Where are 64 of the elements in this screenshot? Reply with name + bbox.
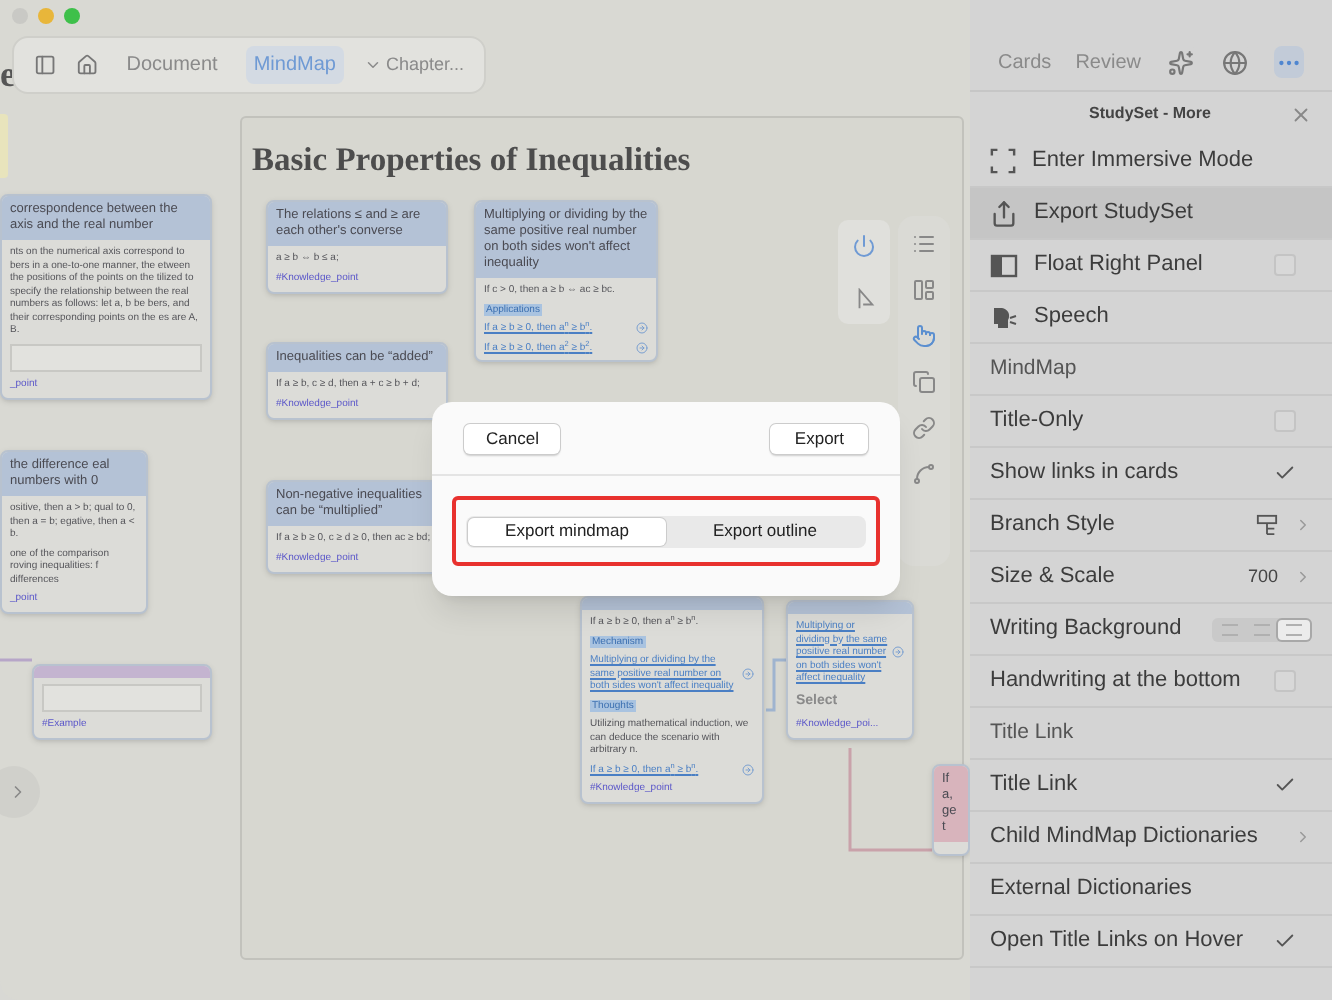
speaking-head-icon: [990, 303, 1018, 331]
cancel-button[interactable]: Cancel: [464, 423, 561, 453]
go-icon[interactable]: [636, 322, 648, 335]
section-heading: MindMap: [990, 353, 1077, 384]
panel-tab[interactable]: Cards: [998, 48, 1052, 78]
background-picker[interactable]: [1212, 617, 1312, 641]
go-icon[interactable]: [742, 763, 754, 776]
section-heading: Title Link: [990, 717, 1074, 748]
panel-title: StudySet - More: [1087, 102, 1213, 126]
layout-icon[interactable]: [912, 278, 936, 302]
menu-item-label: Size & Scale: [990, 562, 1117, 593]
branch-style-icon[interactable]: [1256, 514, 1278, 536]
close-icon[interactable]: [1290, 103, 1312, 125]
menu-item-label: Title-Only: [990, 406, 1086, 437]
segment-option[interactable]: Export mindmap: [468, 517, 666, 545]
chevron-icon: [1294, 568, 1312, 586]
menu-item-label: Writing Background: [990, 614, 1184, 645]
mindmap-card[interactable]: [0, 194, 212, 399]
go-icon[interactable]: [636, 341, 648, 354]
link-icon[interactable]: [912, 416, 936, 440]
sidebar-icon[interactable]: [34, 50, 57, 80]
go-icon[interactable]: [742, 667, 754, 680]
hand-pointer-icon[interactable]: [912, 324, 936, 348]
menu-item-label: Handwriting at the bottom: [990, 666, 1243, 697]
menu-item-label: External Dictionaries: [990, 874, 1194, 905]
panel-tool-button[interactable]: [1219, 46, 1250, 78]
connector-line: [0, 658, 32, 662]
menu-item-label: Show links in cards: [990, 458, 1181, 489]
share-icon: [990, 199, 1018, 227]
check-icon[interactable]: [1274, 462, 1296, 484]
frame-title: Basic Properties of Inequalities: [252, 138, 693, 182]
menu-item[interactable]: Export StudySet: [970, 188, 1332, 240]
expand-button[interactable]: [0, 766, 40, 818]
chevron-icon: [1294, 828, 1312, 846]
chevron-down-icon: [363, 56, 382, 74]
curve-icon[interactable]: [912, 462, 936, 486]
panel-icon: [990, 251, 1018, 279]
chevron-icon: [1294, 516, 1312, 534]
size-value: 700: [1247, 563, 1278, 590]
menu-item-label: Branch Style: [990, 510, 1117, 541]
menu-item-label: Child MindMap Dictionaries: [990, 822, 1260, 853]
toolbar-tab[interactable]: Document: [118, 46, 226, 84]
mindmap-card[interactable]: [474, 200, 658, 362]
connector-line: [766, 658, 786, 712]
mindmap-card[interactable]: [580, 596, 764, 804]
check-icon[interactable]: [1274, 774, 1296, 796]
menu-item-label: Float Right Panel: [1034, 250, 1205, 281]
power-icon[interactable]: [852, 234, 876, 259]
panel-tool-button[interactable]: [1273, 46, 1304, 78]
export-button[interactable]: Export: [770, 423, 868, 453]
sparkle-icon: [1167, 49, 1194, 75]
chapter-dropdown[interactable]: Chapter...: [363, 51, 464, 79]
go-icon[interactable]: [892, 646, 904, 659]
segment-option[interactable]: Export outline: [666, 517, 864, 545]
home-icon[interactable]: [76, 50, 99, 80]
panel-tab[interactable]: Review: [1075, 48, 1141, 78]
connector-line: [848, 748, 932, 852]
menu-item-label: Title Link: [990, 770, 1080, 801]
check-icon[interactable]: [1274, 930, 1296, 952]
menu-item[interactable]: Speech: [970, 292, 1332, 344]
menu-item-label: Open Title Links on Hover: [990, 926, 1246, 957]
fullscreen-icon: [990, 148, 1016, 174]
globe-icon: [1221, 49, 1248, 75]
copy-icon[interactable]: [912, 370, 936, 394]
